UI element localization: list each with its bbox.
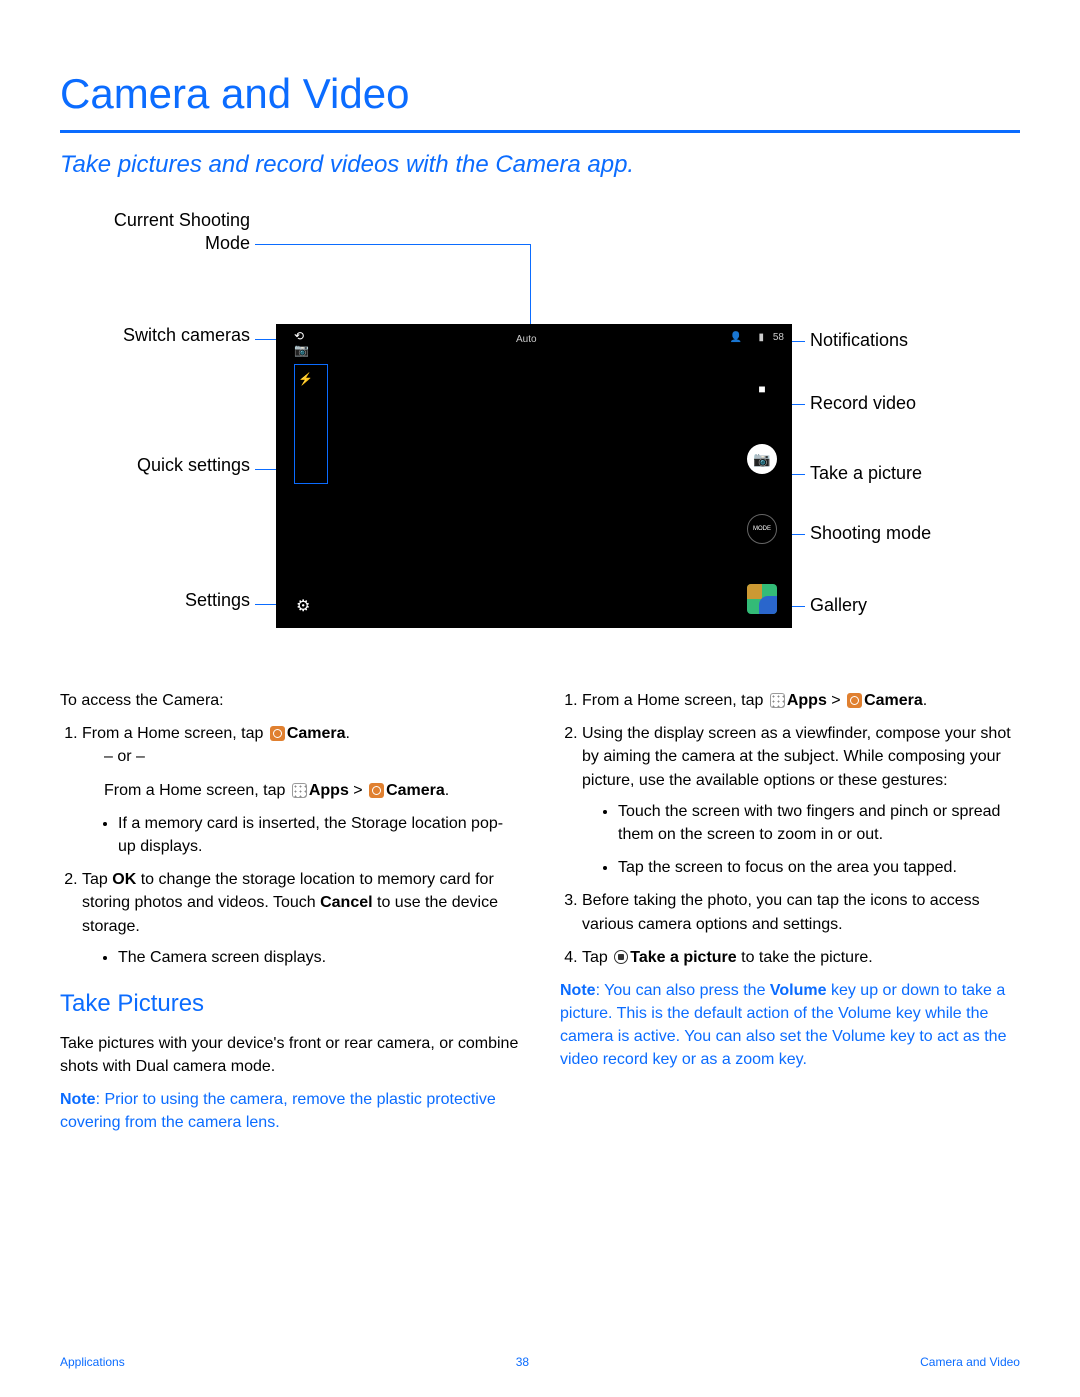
footer-right: Camera and Video: [920, 1355, 1020, 1369]
battery-icon: ▮: [758, 332, 764, 343]
apps-icon: [292, 783, 307, 798]
list-item: Touch the screen with two fingers and pi…: [618, 800, 1020, 846]
list-item: Using the display screen as a viewfinder…: [582, 722, 1020, 879]
label-take-picture: Take a picture: [810, 462, 922, 485]
note-text: Note: You can also press the Volume key …: [560, 979, 1020, 1072]
photo-count: 58: [773, 332, 784, 343]
footer-page-number: 38: [516, 1355, 529, 1369]
shooting-mode-text: Auto: [516, 334, 537, 345]
title-rule: [60, 130, 1020, 133]
list-item: Before taking the photo, you can tap the…: [582, 889, 1020, 935]
label-notifications: Notifications: [810, 329, 908, 352]
label-settings: Settings: [100, 589, 250, 612]
label-record-video: Record video: [810, 392, 916, 415]
label-switch-cameras: Switch cameras: [100, 324, 250, 347]
list-item: Tap the screen to focus on the area you …: [618, 856, 1020, 879]
record-video-button[interactable]: ■: [747, 374, 777, 404]
settings-gear-icon[interactable]: ⚙: [296, 596, 310, 616]
right-column: From a Home screen, tap Apps > Camera. U…: [560, 689, 1020, 1144]
list-item: The Camera screen displays.: [118, 946, 520, 969]
body-text: Take pictures with your device's front o…: [60, 1032, 520, 1078]
intro-text: To access the Camera:: [60, 689, 520, 712]
content-columns: To access the Camera: From a Home screen…: [60, 689, 1020, 1144]
page-subtitle: Take pictures and record videos with the…: [60, 151, 1020, 179]
or-text: – or –: [82, 745, 520, 768]
list-item: If a memory card is inserted, the Storag…: [118, 812, 520, 858]
mode-button[interactable]: MODE: [747, 514, 777, 544]
shutter-icon: [614, 950, 628, 964]
camera-icon: [847, 693, 862, 708]
camera-diagram: Current Shooting Mode Switch cameras Qui…: [60, 209, 1020, 659]
page-title: Camera and Video: [60, 70, 1020, 118]
label-shooting-mode: Shooting mode: [810, 522, 931, 545]
camera-icon: [369, 783, 384, 798]
gallery-thumbnail[interactable]: [747, 584, 777, 614]
footer-left: Applications: [60, 1355, 125, 1369]
list-item: Tap Take a picture to take the picture.: [582, 946, 1020, 969]
label-gallery: Gallery: [810, 594, 867, 617]
label-quick-settings: Quick settings: [100, 454, 250, 477]
camera-screenshot: ⟲📷 Auto 👤 ▮ 58 ⚡ ⚙ ■ 📷 MODE: [276, 324, 792, 628]
camera-icon: [270, 726, 285, 741]
flash-icon[interactable]: ⚡: [298, 372, 313, 386]
switch-camera-icon[interactable]: ⟲📷: [294, 332, 316, 354]
apps-icon: [770, 693, 785, 708]
note-text: Note: Prior to using the camera, remove …: [60, 1088, 520, 1134]
list-item: From a Home screen, tap Apps > Camera.: [582, 689, 1020, 712]
section-heading: Take Pictures: [60, 987, 520, 1022]
person-icon: 👤: [730, 332, 742, 343]
list-item: From a Home screen, tap Camera. – or – F…: [82, 722, 520, 858]
shutter-button[interactable]: 📷: [747, 444, 777, 474]
label-current-mode: Current Shooting Mode: [100, 209, 250, 254]
left-column: To access the Camera: From a Home screen…: [60, 689, 520, 1144]
page-footer: Applications 38 Camera and Video: [60, 1355, 1020, 1369]
list-item: Tap OK to change the storage location to…: [82, 868, 520, 969]
